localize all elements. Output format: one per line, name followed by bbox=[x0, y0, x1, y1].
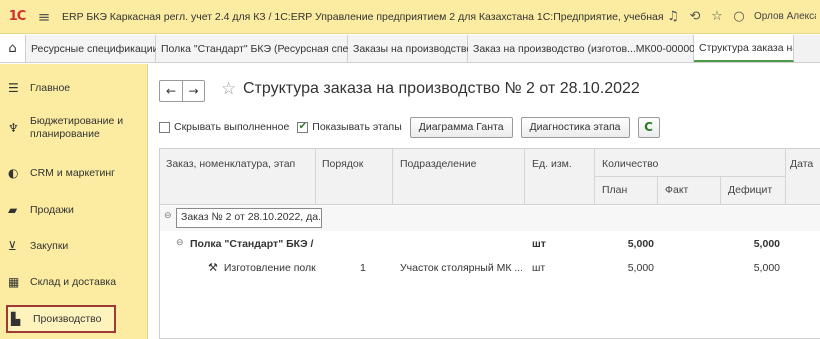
col-header-date[interactable]: Дата bbox=[790, 158, 813, 170]
cell-dept: Участок столярный МК ... bbox=[400, 262, 522, 274]
bell-icon[interactable]: ♫ bbox=[666, 9, 680, 24]
col-divider bbox=[315, 149, 316, 205]
col-header-deficit[interactable]: Дефицит bbox=[728, 184, 772, 196]
sidebar-item-warehouse[interactable]: ▦ Склад и доставка bbox=[8, 276, 124, 289]
favorites-star-icon[interactable]: ☆ bbox=[710, 9, 724, 24]
app-title: ERP БКЭ Каркасная регл. учет 2.4 для КЗ … bbox=[62, 10, 666, 23]
tab-production-orders[interactable]: Заказы на производство× bbox=[348, 35, 482, 62]
sidebar-item-sales[interactable]: ▰ Продажи bbox=[8, 204, 124, 217]
forward-button[interactable]: → bbox=[182, 81, 204, 101]
crm-icon: ◐ bbox=[8, 166, 19, 180]
sidebar-item-production[interactable]: ▙ Производство bbox=[6, 305, 116, 333]
factory-icon: ▙ bbox=[11, 311, 21, 326]
menu-icon: ☰ bbox=[8, 81, 19, 95]
checkbox-box-checked[interactable]: ✔ bbox=[297, 121, 309, 133]
cell-order: 1 bbox=[360, 262, 366, 274]
cell-plan: 5,000 bbox=[627, 238, 654, 250]
tab-label: Ресурсные спецификации bbox=[31, 42, 159, 55]
show-stages-checkbox[interactable]: ✔ Показывать этапы bbox=[297, 121, 402, 133]
stage-diagnostics-button[interactable]: Диагностика этапа bbox=[520, 116, 630, 138]
col-divider bbox=[720, 177, 721, 205]
app-logo: 1C bbox=[8, 9, 27, 24]
table-header: Заказ, номенклатура, этап Порядок Подраз… bbox=[160, 149, 820, 205]
home-icon: ⌂ bbox=[8, 41, 17, 56]
sidebar-item-label: Производство bbox=[33, 312, 102, 325]
table-row[interactable]: ⚒ Изготовление полки 1 Участок столярный … bbox=[160, 257, 820, 279]
arrow-right-icon: → bbox=[188, 84, 199, 98]
sidebar: ☰ Главное ♆ Бюджетирование и планирование … bbox=[0, 64, 148, 339]
sidebar-item-label: Склад и доставка bbox=[30, 276, 117, 288]
cell-deficit: 5,000 bbox=[753, 238, 780, 250]
sidebar-item-crm[interactable]: ◐ CRM и маркетинг bbox=[8, 167, 124, 180]
col-divider bbox=[524, 149, 525, 205]
refresh-button[interactable]: C bbox=[637, 116, 660, 138]
col-divider bbox=[392, 149, 393, 205]
tab-production-order[interactable]: Заказ на производство (изготов...МК00-00… bbox=[468, 35, 711, 62]
sidebar-item-purchases[interactable]: ⊻ Закупки bbox=[8, 240, 124, 253]
col-header-order[interactable]: Порядок bbox=[322, 158, 363, 170]
gantt-chart-button[interactable]: Диаграмма Ганта bbox=[409, 116, 513, 138]
favorite-star-icon[interactable]: ☆ bbox=[221, 79, 236, 99]
arrow-left-icon: ← bbox=[165, 84, 177, 98]
main-menu-icon[interactable]: ≡ bbox=[34, 8, 54, 26]
table-group-row[interactable]: ⊖ Заказ № 2 от 28.10.2022, да... bbox=[160, 206, 820, 231]
col-divider bbox=[657, 177, 658, 205]
user-name[interactable]: Орлов Александр bbox=[754, 11, 816, 22]
group-cell[interactable]: Заказ № 2 от 28.10.2022, да... bbox=[176, 208, 322, 228]
order-structure-table[interactable]: Заказ, номенклатура, этап Порядок Подраз… bbox=[159, 148, 820, 339]
cell-item: Изготовление полки bbox=[223, 262, 316, 274]
col-header-qty[interactable]: Количество bbox=[602, 158, 658, 170]
checkbox-box[interactable] bbox=[159, 121, 170, 133]
cell-plan: 5,000 bbox=[627, 262, 654, 274]
tab-label: Заказы на производство bbox=[353, 42, 473, 55]
tab-bar: ⌂ Ресурсные спецификации× Полка "Стандар… bbox=[0, 35, 820, 63]
tab-resource-specs[interactable]: Ресурсные спецификации× bbox=[26, 35, 168, 62]
search-icon[interactable]: ○ bbox=[732, 9, 746, 24]
collapse-icon[interactable]: ⊖ bbox=[176, 238, 184, 248]
col-divider bbox=[594, 149, 595, 205]
table-row[interactable]: ⊖ Полка "Стандарт" БКЭ / .. шт 5,000 5,0… bbox=[160, 233, 820, 255]
title-bar: 1C ≡ ERP БКЭ Каркасная регл. учет 2.4 дл… bbox=[0, 0, 820, 34]
col-header-item[interactable]: Заказ, номенклатура, этап bbox=[166, 158, 295, 170]
tab-label: Структура заказа на bbox=[699, 41, 794, 54]
page-title: Структура заказа на производство № 2 от … bbox=[243, 80, 640, 97]
operation-icon: ⚒ bbox=[208, 261, 218, 274]
cell-deficit: 5,000 bbox=[753, 262, 780, 274]
budget-icon: ♆ bbox=[8, 120, 19, 135]
warehouse-icon: ▦ bbox=[8, 275, 20, 289]
sidebar-item-label: Закупки bbox=[30, 240, 69, 252]
sidebar-item-label: Главное bbox=[30, 82, 71, 94]
main-content: ← → ☆ Структура заказа на производство №… bbox=[149, 64, 820, 339]
refresh-icon: C bbox=[644, 120, 653, 134]
col-divider bbox=[785, 149, 786, 205]
cell-item-wrap: ⚒ Изготовление полки bbox=[208, 261, 316, 274]
cell-unit: шт bbox=[532, 238, 546, 250]
toolbar: Скрывать выполненное ✔ Показывать этапы Д… bbox=[159, 116, 668, 138]
history-icon[interactable]: ⟲ bbox=[688, 9, 702, 24]
cell-item: Полка "Стандарт" БКЭ / .. bbox=[190, 238, 314, 250]
col-header-fact[interactable]: Факт bbox=[665, 184, 688, 196]
col-header-dept[interactable]: Подразделение bbox=[400, 158, 477, 170]
home-tab[interactable]: ⌂ bbox=[0, 35, 26, 62]
checkbox-label: Скрывать выполненное bbox=[174, 121, 290, 133]
hide-completed-checkbox[interactable]: Скрывать выполненное bbox=[159, 121, 289, 133]
sidebar-item-label: Бюджетирование и планирование bbox=[30, 115, 124, 140]
sidebar-item-label: Продажи bbox=[30, 204, 74, 216]
bag-icon: ▰ bbox=[8, 203, 18, 217]
tab-shelf-spec[interactable]: Полка "Стандарт" БКЭ (Ресурсная специфик… bbox=[156, 35, 398, 62]
sidebar-item-label: CRM и маркетинг bbox=[30, 167, 116, 179]
col-header-plan[interactable]: План bbox=[602, 184, 627, 196]
cart-icon: ⊻ bbox=[8, 239, 17, 253]
sidebar-item-budgeting[interactable]: ♆ Бюджетирование и планирование bbox=[8, 115, 124, 141]
collapse-icon[interactable]: ⊖ bbox=[164, 211, 172, 221]
checkbox-label: Показывать этапы bbox=[312, 121, 402, 133]
tab-order-structure[interactable]: Структура заказа на bbox=[694, 35, 794, 62]
col-header-unit[interactable]: Ед. изм. bbox=[532, 158, 572, 170]
header-divider bbox=[594, 176, 785, 177]
tab-label: Заказ на производство (изготов...МК00-00… bbox=[473, 42, 701, 55]
cell-unit: шт bbox=[532, 262, 546, 274]
back-button[interactable]: ← bbox=[160, 81, 182, 101]
sidebar-item-main[interactable]: ☰ Главное bbox=[8, 82, 124, 95]
history-nav: ← → bbox=[159, 80, 205, 102]
